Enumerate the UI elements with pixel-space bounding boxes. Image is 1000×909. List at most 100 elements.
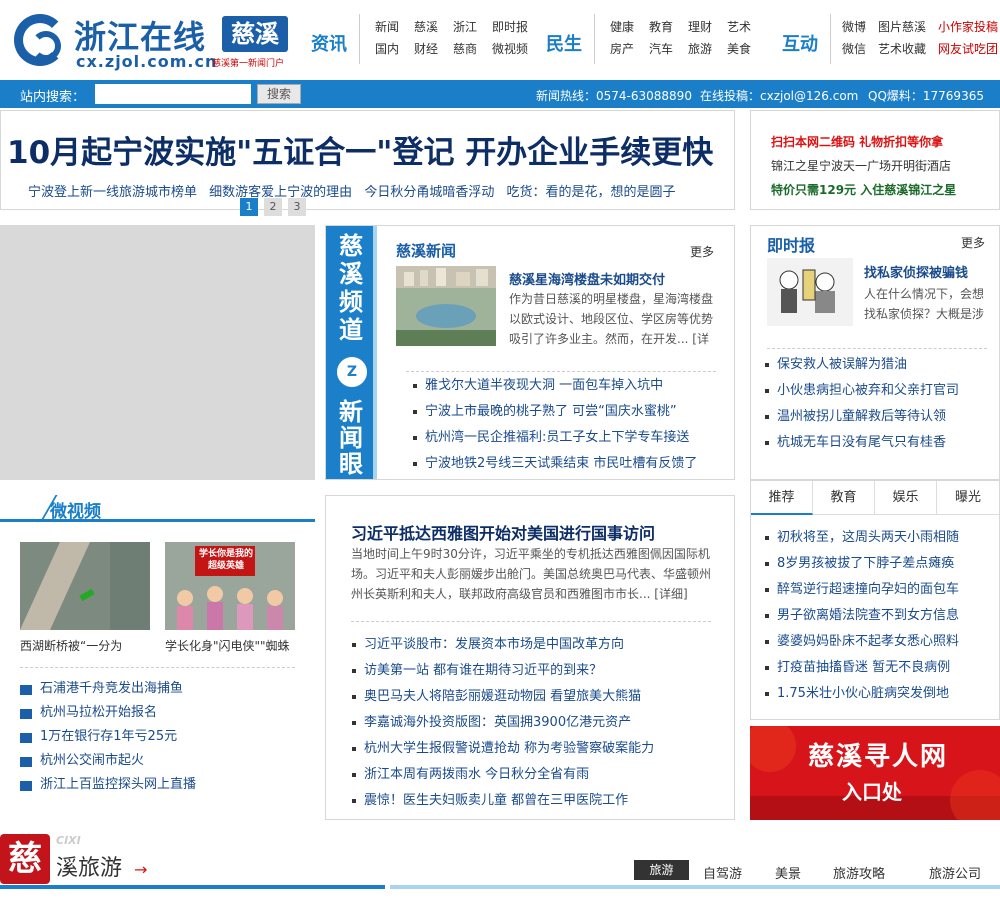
list-item[interactable]: 浙江本周有两拨雨水 今日秋分全省有雨 [350,762,654,788]
section-title[interactable]: 慈溪新闻 [396,240,456,261]
main-news-list: 习近平谈股市：发展资本市场是中国改革方向 访美第一站 都有谁在期待习近平的到来？… [350,632,654,814]
nav-link[interactable]: 慈商 [453,40,477,57]
nav-link[interactable]: 国内 [375,40,399,57]
nav-link[interactable]: 新闻 [375,18,399,35]
tab-education[interactable]: 教育 [813,481,875,515]
video-list-item[interactable]: 浙江上百监控探头网上直播 [20,773,196,797]
list-item[interactable]: 婆婆妈妈卧床不起孝女悉心照料 [763,629,959,655]
list-item[interactable]: 小伙患病担心被弃和父亲打官司 [763,378,959,404]
nav-link[interactable]: 微博 [842,18,866,35]
video-thumbnail[interactable]: 学长你是我的超级英雄 [165,542,295,630]
list-item[interactable]: 奥巴马夫人将陪彭丽媛逛动物园 看望旅美大熊猫 [350,684,654,710]
video-caption[interactable]: 西湖断桥被“一分为 [20,637,122,654]
tab-recommend[interactable]: 推荐 [751,481,813,515]
list-item[interactable]: 杭城无车日没有尾气只有桂香 [763,430,959,456]
promo-link[interactable]: 扫扫本网二维码 礼物折扣等你拿 [771,133,943,150]
nav-link[interactable]: 理财 [688,18,712,35]
nav-link[interactable]: 即时报 [492,18,528,35]
aerial-view-image [396,266,496,346]
news-thumbnail[interactable] [396,266,496,346]
list-item[interactable]: 雅戈尔大道半夜现大洞 一面包车掉入坑中 [411,373,697,399]
list-item[interactable]: 保安救人被误解为猎油 [763,352,959,378]
nav-link[interactable]: 小作家投稿 [938,18,998,35]
promo-link[interactable]: 特价只需129元 入住慈溪锦江之星 [771,181,956,198]
list-item[interactable]: 打疫苗抽搐昏迷 暂无不良病例 [763,655,959,681]
instant-thumbnail[interactable] [767,258,853,326]
more-link[interactable]: 更多 [961,234,985,251]
strip-char: 眼 [339,450,363,478]
video-list-item[interactable]: 1万在银行存1年亏25元 [20,725,196,749]
page-button-3[interactable]: 3 [288,198,306,216]
nav-link[interactable]: 美食 [727,40,751,57]
nav-link[interactable]: 教育 [649,18,673,35]
arrow-icon: → [134,860,148,879]
list-item[interactable]: 1.75米壮小伙心脏病突发倒地 [763,681,959,707]
promo-link[interactable]: 锦江之星宁波天一广场开明街酒店 [771,157,951,174]
headline-sub-link[interactable]: 今日秋分甬城暗香浮动 [364,185,494,200]
list-item[interactable]: 杭州湾一民企推福利:员工子女上下学专车接送 [411,425,697,451]
site-slogan: 慈溪第一新闻门户 [212,59,285,69]
nav-link[interactable]: 浙江 [453,18,477,35]
missing-person-banner[interactable]: 慈溪寻人网 入口处 [750,726,1000,820]
nav-link[interactable]: 艺术收藏 [878,40,926,57]
list-item[interactable]: 宁波上市最晚的桃子熟了 可尝“国庆水蜜桃” [411,399,697,425]
list-item[interactable]: 男子欲离婚法院查不到女方信息 [763,603,959,629]
travel-tab-active[interactable]: 旅游 [634,860,689,880]
video-list-item[interactable]: 杭州马拉松开始报名 [20,701,196,725]
list-item[interactable]: 宁波地铁2号线三天试乘结束 市民吐槽有反馈了 [411,451,697,477]
section-title[interactable]: 溪旅游 [56,850,122,882]
travel-tab[interactable]: 美景 [775,863,801,882]
main-lead-link[interactable]: 习近平抵达西雅图开始对美国进行国事访问 [351,520,655,544]
video-thumbnail[interactable] [20,542,150,630]
channel-lead-link[interactable]: 慈溪星海湾楼盘未如期交付 [509,269,665,288]
more-link[interactable]: 更多 [690,243,714,260]
search-input[interactable] [95,84,251,104]
nav-link[interactable]: 艺术 [727,18,751,35]
site-logo[interactable]: 浙江在线 慈溪 cx.zjol.com.cn 慈溪第一新闻门户 [12,10,292,71]
nav-link[interactable]: 旅游 [688,40,712,57]
list-item[interactable]: 李嘉诚海外投资版图：英国拥3900亿港元资产 [350,710,654,736]
page-button-2[interactable]: 2 [264,198,282,216]
list-item[interactable]: 醉驾逆行超速撞向孕妇的面包车 [763,577,959,603]
travel-tab[interactable]: 旅游公司 [929,863,981,882]
section-title[interactable]: 即时报 [767,232,815,256]
nav-head-life[interactable]: 民生 [546,30,582,56]
nav-head-interact[interactable]: 互动 [782,30,818,56]
headline-title[interactable]: 10月起宁波实施"五证合一"登记 开办企业手续更快 [7,127,713,172]
nav-link[interactable]: 健康 [610,18,634,35]
search-button[interactable]: 搜索 [257,84,301,104]
headline-sub-link[interactable]: 吃货：看的是花，想的是圆子 [506,185,675,200]
banner-placeholder[interactable] [0,225,315,480]
travel-tab[interactable]: 旅游攻略 [833,863,885,882]
nav-link[interactable]: 网友试吃团 [938,40,998,57]
channel-news-list: 雅戈尔大道半夜现大洞 一面包车掉入坑中 宁波上市最晚的桃子熟了 可尝“国庆水蜜桃… [411,373,697,477]
nav-link[interactable]: 微信 [842,40,866,57]
video-list-item[interactable]: 杭州公交闹市起火 [20,749,196,773]
nav-link[interactable]: 财经 [414,40,438,57]
nav-link[interactable]: 汽车 [649,40,673,57]
tab-exposure[interactable]: 曝光 [937,481,999,515]
video-caption[interactable]: 学长化身"闪电侠""蜘蛛 [165,637,290,654]
list-item[interactable]: 震惊！医生夫妇贩卖儿童 都曾在三甲医院工作 [350,788,654,814]
list-item[interactable]: 习近平谈股市：发展资本市场是中国改革方向 [350,632,654,658]
search-bar: 站内搜索： 搜索 新闻热线：0574-63088890 在线投稿：cxzjol@… [0,80,1000,108]
list-item[interactable]: 温州被拐儿童解救后等待认领 [763,404,959,430]
list-item[interactable]: 8岁男孩被拔了下脖子差点瘫痪 [763,551,959,577]
list-item[interactable]: 访美第一站 都有谁在期待习近平的到来？ [350,658,654,684]
list-item[interactable]: 初秋将至，这周头两天小雨相随 [763,525,959,551]
nav-head-news[interactable]: 资讯 [311,30,347,56]
strip-char: 道 [339,316,363,344]
nav-link[interactable]: 慈溪 [414,18,438,35]
email-text[interactable]: 在线投稿：cxzjol@126.com [700,87,858,104]
nav-link[interactable]: 图片慈溪 [878,18,926,35]
instant-lead-link[interactable]: 找私家侦探被骗钱 [864,262,968,281]
strip-char: 慈 [339,232,363,260]
page-button-1[interactable]: 1 [240,198,258,216]
nav-link[interactable]: 微视频 [492,40,528,57]
list-item[interactable]: 杭州大学生报假警说遭抢劫 称为考验警察破案能力 [350,736,654,762]
travel-tab[interactable]: 自驾游 [703,863,742,882]
video-list-item[interactable]: 石浦港千舟竞发出海捕鱼 [20,677,196,701]
headline-sub-link[interactable]: 宁波登上新一线旅游城市榜单 [28,185,197,200]
tab-entertainment[interactable]: 娱乐 [875,481,937,515]
nav-link[interactable]: 房产 [610,40,634,57]
